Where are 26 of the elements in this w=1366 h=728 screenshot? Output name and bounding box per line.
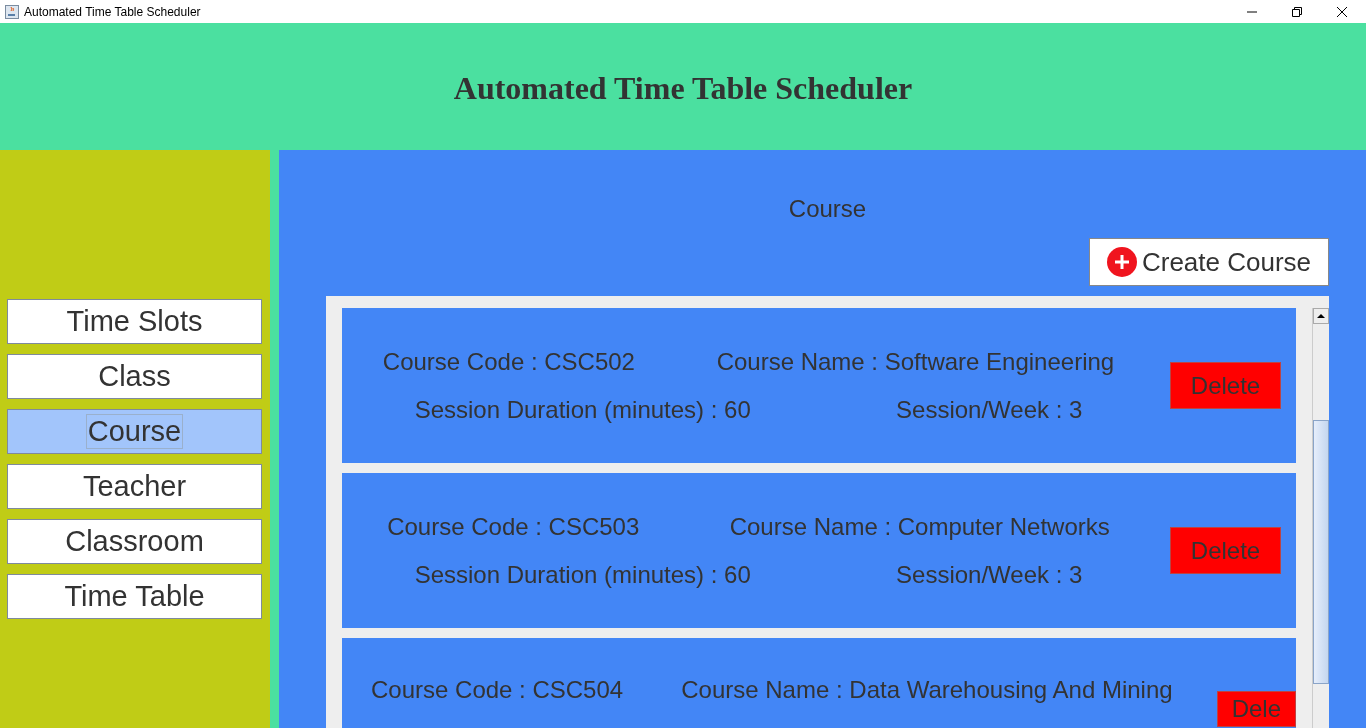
session-duration: Session Duration (minutes) : 60	[414, 560, 751, 589]
app-title: Automated Time Table Scheduler	[453, 69, 913, 107]
course-code: Course Code : CSC504	[371, 676, 624, 704]
scrollbar-thumb[interactable]	[1313, 420, 1329, 684]
course-name: Course Name : Data Warehousing And Mining	[681, 676, 1173, 704]
nav-button[interactable]: Time Slots	[7, 299, 262, 344]
add-icon	[1106, 247, 1137, 277]
close-icon[interactable]	[1336, 5, 1348, 18]
section-title: Course	[787, 195, 868, 224]
session-duration: Session Duration (minutes) : 60	[414, 395, 751, 424]
nav-button[interactable]: Class	[7, 354, 262, 399]
course-name: Course Name : Computer Networks	[729, 512, 1110, 541]
sessions-per-week: Session/Week : 3	[896, 560, 1083, 589]
window-title: Automated Time Table Scheduler	[24, 4, 201, 19]
course-code: Course Code : CSC503	[387, 512, 640, 541]
restore-icon[interactable]	[1291, 5, 1303, 18]
create-course-button[interactable]: Create Course	[1089, 238, 1329, 286]
nav-button[interactable]: Classroom	[7, 519, 262, 564]
course-name: Course Name : Software Engineering	[716, 347, 1115, 376]
nav-button[interactable]: Course	[7, 409, 262, 454]
sessions-per-week: Session/Week : 3	[896, 395, 1083, 424]
scroll-up-icon[interactable]	[1313, 308, 1329, 324]
nav-button[interactable]: Teacher	[7, 464, 262, 509]
scrollbar[interactable]	[1312, 308, 1329, 728]
nav-button[interactable]: Time Table	[7, 574, 262, 619]
course-code: Course Code : CSC502	[382, 347, 635, 376]
